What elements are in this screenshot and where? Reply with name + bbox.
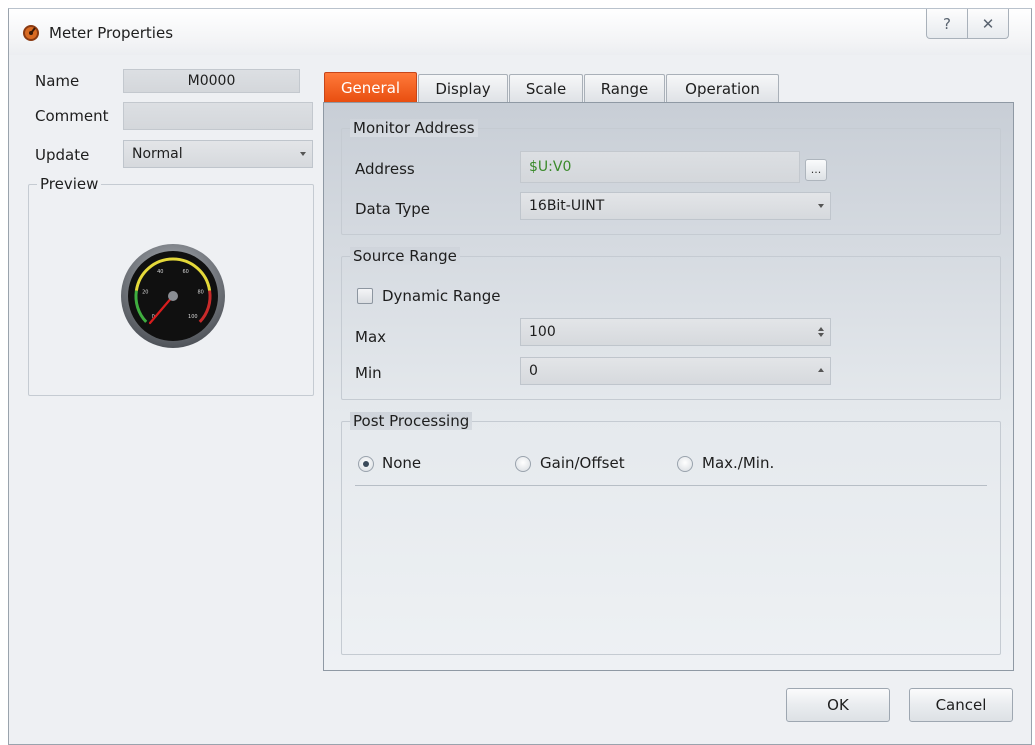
monitor-address-title: Monitor Address: [350, 119, 478, 137]
ok-button-label: OK: [827, 696, 849, 714]
gauge-preview: 02040 6080100: [121, 244, 225, 348]
gauge-tick-label: 40: [157, 269, 163, 275]
spinner-up-icon[interactable]: [817, 368, 825, 374]
cancel-button-label: Cancel: [935, 696, 987, 714]
help-button[interactable]: ?: [926, 9, 968, 39]
ok-button[interactable]: OK: [786, 688, 890, 722]
close-icon: ✕: [981, 14, 995, 33]
post-processing-group: Post Processing: [341, 412, 1001, 655]
address-browse-button[interactable]: ...: [805, 159, 827, 181]
max-spinbox[interactable]: 100: [520, 318, 831, 346]
post-processing-title: Post Processing: [350, 412, 473, 430]
gauge-hub: [168, 291, 178, 301]
ellipsis-icon: ...: [810, 163, 822, 176]
update-label: Update: [35, 146, 90, 164]
address-label: Address: [355, 160, 415, 178]
tab-display[interactable]: Display: [418, 74, 508, 102]
name-label: Name: [35, 72, 80, 90]
meter-app-icon: [23, 25, 39, 41]
chevron-down-icon: [818, 204, 824, 208]
data-type-value: 16Bit-UINT: [529, 198, 605, 214]
update-select-value: Normal: [132, 146, 183, 162]
max-label: Max: [355, 328, 387, 346]
dynamic-range-checkbox[interactable]: [357, 288, 373, 304]
post-processing-divider: [355, 485, 987, 486]
radio-max-min[interactable]: [677, 456, 693, 472]
min-label: Min: [355, 364, 382, 382]
radio-gain-offset-label: Gain/Offset: [540, 454, 625, 472]
tab-general-label: General: [340, 78, 401, 97]
max-value: 100: [529, 324, 556, 340]
data-type-select[interactable]: 16Bit-UINT: [520, 192, 831, 220]
title-bar: Meter Properties ? ✕: [9, 9, 1031, 55]
min-value: 0: [529, 363, 538, 379]
close-button[interactable]: ✕: [967, 9, 1009, 39]
tab-operation[interactable]: Operation: [666, 74, 779, 102]
update-select[interactable]: Normal: [123, 140, 313, 168]
tab-display-label: Display: [435, 79, 491, 98]
spinner-arrows-icon[interactable]: [817, 327, 825, 337]
tab-range-label: Range: [600, 79, 649, 98]
general-tab-panel: Monitor Address Address $U:V0 ... Data T…: [323, 102, 1014, 671]
tab-operation-label: Operation: [685, 79, 760, 98]
comment-field[interactable]: [123, 102, 313, 130]
radio-max-min-label: Max./Min.: [702, 454, 775, 472]
help-icon: ?: [943, 14, 951, 33]
gauge-tick-label: 80: [198, 290, 204, 296]
cancel-button[interactable]: Cancel: [909, 688, 1013, 722]
data-type-label: Data Type: [355, 200, 431, 218]
dynamic-range-label: Dynamic Range: [382, 287, 501, 305]
source-range-title: Source Range: [350, 247, 460, 265]
name-field[interactable]: M0000: [123, 69, 300, 93]
preview-group: Preview 0 20 40 60 80 100: [28, 175, 314, 396]
radio-gain-offset[interactable]: [515, 456, 531, 472]
chevron-down-icon: [300, 152, 306, 156]
preview-title: Preview: [37, 175, 102, 193]
radio-none-label: None: [382, 454, 422, 472]
window-title: Meter Properties: [49, 24, 174, 42]
tab-general[interactable]: General: [324, 72, 417, 102]
gauge-tick-label: 100: [188, 314, 198, 320]
min-spinbox[interactable]: 0: [520, 357, 831, 385]
gauge-tick-label: 60: [183, 269, 189, 275]
address-field[interactable]: $U:V0: [520, 151, 800, 183]
tab-range[interactable]: Range: [584, 74, 665, 102]
tab-scale-label: Scale: [525, 79, 567, 98]
gauge-tick-label: 20: [142, 290, 148, 296]
tab-scale[interactable]: Scale: [509, 74, 583, 102]
comment-label: Comment: [35, 107, 109, 125]
radio-none[interactable]: [358, 456, 374, 472]
